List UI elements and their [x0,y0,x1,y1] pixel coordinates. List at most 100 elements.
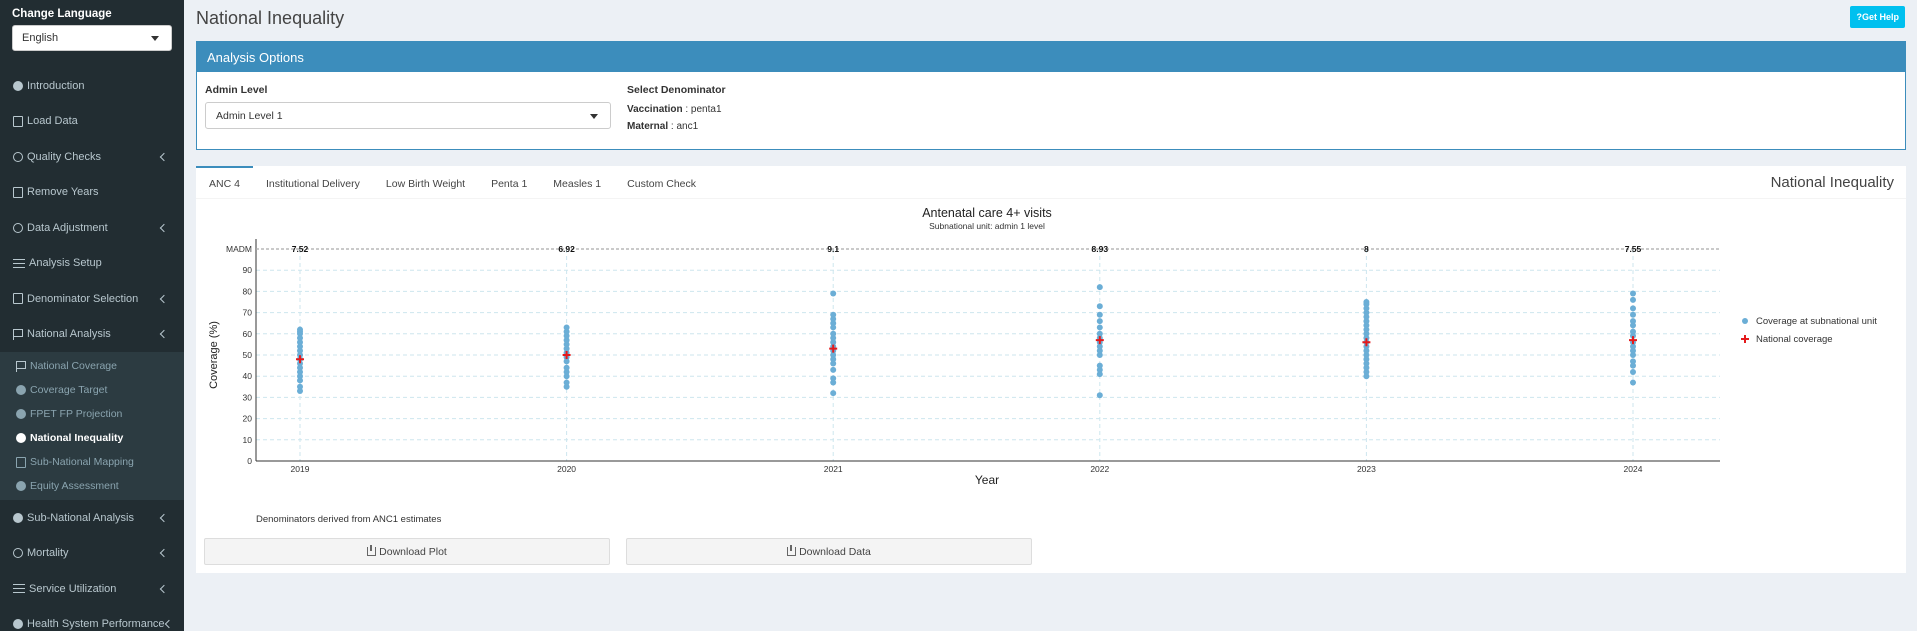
sidebar-item-label: Remove Years [27,186,99,199]
x-tick-label: 2023 [1357,464,1376,474]
y-tick-label: 70 [243,308,253,318]
sidebar-subitem-label: FPET FP Projection [30,408,123,420]
sidebar-subitem-label: Sub-National Mapping [30,456,134,468]
chevron-down-icon [151,36,159,41]
chevron-left-icon [159,584,169,593]
data-point [1096,284,1103,291]
madm-label: MADM [226,244,252,254]
data-point [1363,299,1370,305]
data-point [1630,290,1636,297]
sidebar-item-health-system-performance[interactable]: Health System Performance [0,607,184,631]
data-point [1096,362,1103,369]
national-coverage-marker [1362,338,1371,347]
sidebar-item-label: Sub-National Analysis [27,511,135,524]
sidebar-item-sub-national-analysis[interactable]: Sub-National Analysis [0,500,184,536]
get-help-button[interactable]: ? Get Help [1850,6,1905,28]
sidebar-subitem-national-coverage[interactable]: National Coverage [0,354,184,378]
balance-icon [16,481,26,491]
tab-institutional-delivery[interactable]: Institutional Delivery [253,166,373,199]
chevron-down-icon [159,330,169,339]
sidebar-item-label: Quality Checks [27,150,101,163]
sidebar-item-analysis-setup[interactable]: Analysis Setup [0,246,184,282]
y-tick-label: 0 [247,456,252,466]
sidebar-item-data-adjustment[interactable]: Data Adjustment [0,210,184,246]
legend-marker-national [1741,335,1749,343]
data-point [1630,328,1636,335]
data-point [297,383,303,390]
sidebar-subitem-label: Equity Assessment [30,480,119,492]
sidebar-subitem-equity-assessment[interactable]: Equity Assessment [0,474,184,498]
madm-value: 7.55 [1625,244,1642,254]
balance-icon [13,548,23,559]
sidebar-item-quality-checks[interactable]: Quality Checks [0,139,184,175]
download-plot-button[interactable]: Download Plot [204,538,610,565]
y-tick-label: 50 [243,350,253,360]
tab-measles1[interactable]: Measles 1 [540,166,614,199]
data-point [563,324,570,331]
sidebar-item-denominator-selection[interactable]: Denominator Selection [0,281,184,317]
sidebar-item-service-utilization[interactable]: Service Utilization [0,571,184,607]
sidebar-item-label: Denominator Selection [27,292,139,305]
analysis-options-box: Analysis Options Admin Level Admin Level… [196,41,1906,150]
upload-icon [13,115,23,127]
national-coverage-marker [296,355,304,364]
data-point [1096,392,1103,399]
sidebar-item-label: Health System Performance [27,618,165,631]
sidebar-item-introduction[interactable]: Introduction [0,68,184,104]
chart-note: Denominators derived from ANC1 estimates [256,514,442,525]
trash-icon [13,186,23,198]
data-point [830,390,837,397]
y-tick-label: 30 [243,392,253,402]
sidebar-item-national-analysis[interactable]: National Analysis [0,317,184,353]
sidebar-item-remove-years[interactable]: Remove Years [0,175,184,211]
madm-value: 6.92 [558,244,575,254]
y-tick-label: 20 [243,414,253,424]
data-point [830,375,837,382]
data-point [1096,303,1103,310]
data-point [1096,324,1103,331]
data-point [1630,296,1636,303]
data-point [297,326,303,333]
data-point [1630,305,1636,312]
y-axis-title: Coverage (%) [208,321,220,389]
legend-marker-subnational [1742,318,1748,324]
sidebar-subitem-fpet-fp-projection[interactable]: FPET FP Projection [0,402,184,426]
sidebar-subitem-sub-national-mapping[interactable]: Sub-National Mapping [0,450,184,474]
flag-icon [16,360,26,372]
sidebar-item-mortality[interactable]: Mortality [0,536,184,572]
data-point [1630,379,1636,386]
tab-penta1[interactable]: Penta 1 [478,166,540,199]
y-tick-label: 60 [243,329,253,339]
sidebar-item-label: Data Adjustment [27,221,108,234]
admin-level-value: Admin Level 1 [216,110,283,122]
adjust-icon [13,222,23,233]
language-select[interactable]: English [12,25,172,51]
vaccination-value: : penta1 [682,104,722,115]
tab-low-birth-weight[interactable]: Low Birth Weight [373,166,478,199]
admin-level-select[interactable]: Admin Level 1 [205,102,611,129]
madm-value: 8.93 [1092,244,1109,254]
check-circle-icon [13,151,23,162]
globe-icon [13,512,23,523]
chevron-left-icon [159,294,169,303]
download-data-button[interactable]: Download Data [626,538,1032,565]
globe-icon [13,619,23,630]
sidebar-item-load-data[interactable]: Load Data [0,104,184,140]
sidebar-item-label: Load Data [27,115,78,128]
chevron-left-icon [159,223,169,232]
sidebar-subitem-coverage-target[interactable]: Coverage Target [0,378,184,402]
balance-icon [16,433,26,443]
madm-value: 7.52 [292,244,309,254]
tab-anc4[interactable]: ANC 4 [196,166,253,199]
denominator-title: Select Denominator [627,84,726,96]
maternal-label: Maternal [627,121,669,132]
download-icon [787,545,797,556]
x-tick-label: 2022 [1090,464,1109,474]
sliders-icon [13,584,25,594]
data-point [1096,330,1103,337]
sidebar-subitem-national-inequality[interactable]: National Inequality [0,426,184,450]
sidebar-menu: Introduction Load Data Quality Checks Re… [0,68,184,631]
vaccination-denominator: Vaccination : penta1 [627,104,722,115]
calculator-icon [13,293,23,305]
tab-custom-check[interactable]: Custom Check [614,166,709,199]
